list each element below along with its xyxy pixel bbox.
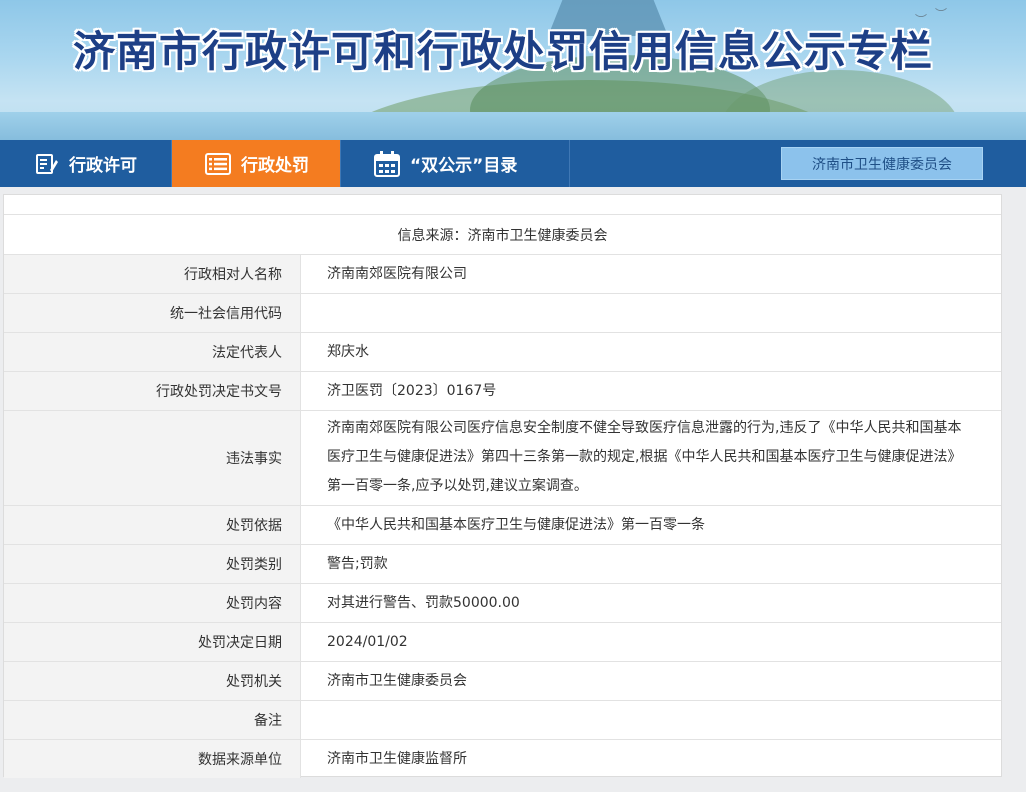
field-label: 处罚依据 [4,506,301,544]
site-title: 济南市行政许可和行政处罚信用信息公示专栏 [72,27,933,76]
field-value: 《中华人民共和国基本医疗卫生与健康促进法》第一百零一条 [327,516,705,533]
field-value: 2024/01/02 [327,633,408,650]
field-label: 统一社会信用代码 [4,294,301,332]
nav-tab-label: 行政许可 [69,156,137,176]
field-value: 郑庆水 [327,343,369,360]
list-icon [205,151,231,177]
table-row: 处罚类别 警告;罚款 [4,545,1001,584]
field-value [301,701,1001,739]
nav-tab-label: “双公示”目录 [410,156,518,176]
nav-tab-label: 行政处罚 [241,156,309,176]
field-label: 处罚内容 [4,584,301,622]
form-icon [33,151,59,177]
table-row: 处罚依据 《中华人民共和国基本医疗卫生与健康促进法》第一百零一条 [4,506,1001,545]
header-banner: ︶ ︶ 济南市行政许可和行政处罚信用信息公示专栏 [0,0,1026,140]
table-row: 备注 [4,701,1001,740]
field-label: 处罚机关 [4,662,301,700]
field-value: 济南南郊医院有限公司 [327,265,467,282]
field-value: 对其进行警告、罚款50000.00 [327,594,520,611]
field-value [301,294,1001,332]
table-row: 行政处罚决定书文号 济卫医罚〔2023〕0167号 [4,372,1001,411]
banner-water [0,112,1026,140]
field-label: 行政相对人名称 [4,255,301,293]
field-value: 济卫医罚〔2023〕0167号 [327,382,497,399]
field-value: 济南市卫生健康监督所 [327,750,467,767]
field-label: 行政处罚决定书文号 [4,372,301,410]
calendar-icon [374,150,400,177]
table-row: 法定代表人 郑庆水 [4,333,1001,372]
penalty-detail-panel: 信息来源：济南市卫生健康委员会 行政相对人名称 济南南郊医院有限公司 统一社会信… [3,194,1002,778]
panel-top-strip [4,195,1001,215]
main-nav: 行政许可 行政处罚 “双公示”目录 济南市卫生健康委员会 [0,140,1026,187]
field-label: 违法事实 [4,411,301,505]
table-row: 处罚内容 对其进行警告、罚款50000.00 [4,584,1001,623]
field-label: 法定代表人 [4,333,301,371]
table-row: 违法事实 济南南郊医院有限公司医疗信息安全制度不健全导致医疗信息泄露的行为,违反… [4,411,1001,506]
nav-tab-administrative-license[interactable]: 行政许可 [0,140,172,187]
table-row: 统一社会信用代码 [4,294,1001,333]
nav-tab-administrative-penalty[interactable]: 行政处罚 [172,140,341,187]
field-value: 济南南郊医院有限公司医疗信息安全制度不健全导致医疗信息泄露的行为,违反了《中华人… [327,420,962,494]
field-label: 数据来源单位 [4,740,301,778]
nav-tab-double-disclosure-catalog[interactable]: “双公示”目录 [341,140,570,187]
field-value: 警告;罚款 [327,555,388,572]
table-row: 处罚机关 济南市卫生健康委员会 [4,662,1001,701]
table-row: 处罚决定日期 2024/01/02 [4,623,1001,662]
field-label: 处罚决定日期 [4,623,301,661]
field-label: 备注 [4,701,301,739]
table-row: 数据来源单位 济南市卫生健康监督所 [4,740,1001,778]
info-source: 信息来源：济南市卫生健康委员会 [4,215,1001,255]
field-label: 处罚类别 [4,545,301,583]
table-row: 行政相对人名称 济南南郊医院有限公司 [4,255,1001,294]
field-value: 济南市卫生健康委员会 [327,672,467,689]
department-button[interactable]: 济南市卫生健康委员会 [781,147,983,180]
